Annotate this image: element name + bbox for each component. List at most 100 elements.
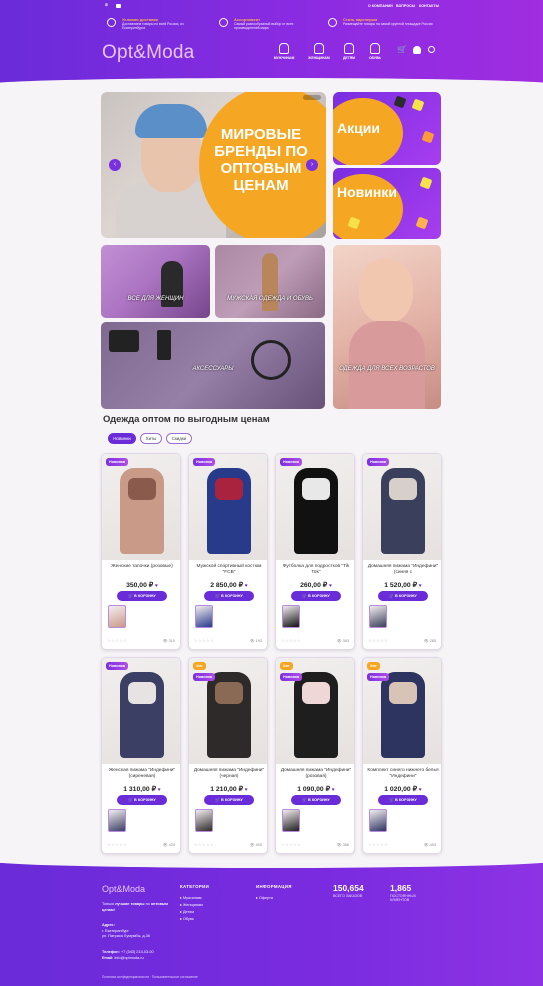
- add-to-cart-button[interactable]: 🛒 В КОРЗИНУ: [117, 795, 167, 805]
- product-photo-accent: [215, 682, 243, 704]
- banner-sale[interactable]: Акции: [333, 92, 441, 165]
- product-name[interactable]: Домашняя пижама "Индефини" (синяя с: [367, 564, 439, 576]
- rating-stars[interactable]: ☆☆☆☆☆: [107, 842, 127, 847]
- tile-kids[interactable]: ОДЕЖДА ДЛЯ ВСЕХ ВОЗРАСТОВ: [333, 245, 441, 409]
- tab-discounts[interactable]: Скидки: [166, 433, 192, 444]
- search-icon[interactable]: [428, 46, 435, 53]
- top-link-contacts[interactable]: КОНТАКТЫ: [419, 4, 439, 8]
- heart-icon[interactable]: ♥: [332, 787, 335, 793]
- category-shoes[interactable]: ОБУВЬ: [362, 43, 388, 60]
- heart-icon[interactable]: ♥: [419, 583, 422, 589]
- footer-link[interactable]: ▸ Женщинам: [180, 902, 203, 909]
- product-image[interactable]: [276, 454, 354, 560]
- product-thumbnail[interactable]: [108, 605, 126, 628]
- add-to-cart-button[interactable]: 🛒 В КОРЗИНУ: [378, 591, 428, 601]
- product-name[interactable]: Футболка для подростков "Tik Tok": [280, 564, 352, 576]
- product-card[interactable]: Новинка Мужской спортивный костюм "FCB" …: [188, 453, 268, 650]
- hero-banner[interactable]: МИРОВЫЕ БРЕНДЫ ПО ОПТОВЫМ ЦЕНАМ ‹ ›: [101, 92, 326, 238]
- banner-new-label: Новинки: [337, 184, 397, 200]
- slider-prev-button[interactable]: ‹: [109, 159, 121, 171]
- product-thumbnail[interactable]: [195, 605, 213, 628]
- tab-hits[interactable]: Хиты: [140, 433, 162, 444]
- product-thumbnail[interactable]: [369, 809, 387, 832]
- product-card[interactable]: Хит Новинка Комплект синего нижнего белья…: [362, 657, 442, 854]
- add-to-cart-button[interactable]: 🛒 В КОРЗИНУ: [291, 591, 341, 601]
- footer-logo[interactable]: Opt&Moda: [102, 884, 145, 894]
- heart-icon[interactable]: ♥: [419, 787, 422, 793]
- product-thumbnail[interactable]: [282, 809, 300, 832]
- add-to-cart-button[interactable]: 🛒 В КОРЗИНУ: [204, 591, 254, 601]
- heart-icon[interactable]: ♥: [155, 583, 158, 589]
- tab-new[interactable]: Новинки: [108, 433, 136, 444]
- product-badge: Хит: [367, 662, 380, 670]
- tile-accessories[interactable]: АКСЕССУАРЫ: [101, 322, 325, 409]
- product-image[interactable]: [102, 658, 180, 764]
- slider-dots[interactable]: [303, 95, 321, 100]
- footer-link[interactable]: ▸ Мужчинам: [180, 895, 203, 902]
- site-logo[interactable]: Opt&Moda: [102, 42, 194, 64]
- product-name[interactable]: Женская пижама "Индефини" (сиреневая): [106, 768, 178, 780]
- product-image[interactable]: [189, 454, 267, 560]
- product-name[interactable]: Женские тапочки (розовые): [106, 564, 178, 570]
- rating-stars[interactable]: ☆☆☆☆☆: [107, 638, 127, 643]
- product-name[interactable]: Комплект синего нижнего белья "Индефини": [367, 768, 439, 780]
- banner-new[interactable]: Новинки: [333, 168, 441, 239]
- heart-icon[interactable]: ♥: [245, 583, 248, 589]
- product-name[interactable]: Домашняя пижама "Индефини" (черная): [193, 768, 265, 780]
- footer-link[interactable]: ▸ Детям: [180, 909, 203, 916]
- category-women[interactable]: ЖЕНЩИНАМ: [306, 43, 332, 60]
- user-icon[interactable]: [413, 46, 421, 54]
- product-card[interactable]: Новинка Женская пижама "Индефини" (сирен…: [101, 657, 181, 854]
- footer-link[interactable]: ▸ Оферта: [256, 895, 273, 902]
- rating-stars[interactable]: ☆☆☆☆☆: [281, 842, 301, 847]
- product-thumbnail[interactable]: [282, 605, 300, 628]
- rating-stars[interactable]: ☆☆☆☆☆: [194, 638, 214, 643]
- product-thumbnail[interactable]: [195, 809, 213, 832]
- cart-icon: 🛒: [302, 594, 307, 598]
- feature-delivery[interactable]: Условия доставки Доставляем товары по вс…: [107, 17, 207, 30]
- footer-legal[interactable]: Политика конфиденциальности · Пользовате…: [102, 974, 198, 981]
- slider-next-button[interactable]: ›: [306, 159, 318, 171]
- man-icon: [279, 43, 289, 54]
- footer-tagline: Только лучшие товары по оптовым ценам!: [102, 902, 168, 912]
- product-image[interactable]: [363, 454, 441, 560]
- product-card[interactable]: Хит Новинка Домашняя пижама "Индефини" (р…: [275, 657, 355, 854]
- product-card[interactable]: Новинка Женские тапочки (розовые) 350,00…: [101, 453, 181, 650]
- mail-icon[interactable]: [116, 4, 121, 8]
- top-link-about[interactable]: О КОМПАНИИ: [368, 4, 393, 8]
- product-thumbnail[interactable]: [369, 605, 387, 628]
- heart-icon[interactable]: ♥: [245, 787, 248, 793]
- phone-icon[interactable]: ✆: [105, 3, 108, 7]
- handshake-icon: [328, 18, 337, 27]
- rating-stars[interactable]: ☆☆☆☆☆: [368, 638, 388, 643]
- product-badge: Новинка: [193, 458, 216, 466]
- heart-icon[interactable]: ♥: [158, 787, 161, 793]
- add-to-cart-button[interactable]: 🛒 В КОРЗИНУ: [117, 591, 167, 601]
- footer-phone[interactable]: +7 (343) 213-03-00: [121, 950, 154, 954]
- product-thumbnail[interactable]: [108, 809, 126, 832]
- product-card[interactable]: Новинка Домашняя пижама "Индефини" (синя…: [362, 453, 442, 650]
- rating-stars[interactable]: ☆☆☆☆☆: [368, 842, 388, 847]
- product-card[interactable]: Новинка Футболка для подростков "Tik Tok…: [275, 453, 355, 650]
- footer-link[interactable]: ▸ Обувь: [180, 916, 203, 923]
- footer-email[interactable]: info@optmoda.ru: [114, 956, 143, 960]
- rating-stars[interactable]: ☆☆☆☆☆: [194, 842, 214, 847]
- add-to-cart-button[interactable]: 🛒 В КОРЗИНУ: [378, 795, 428, 805]
- product-image[interactable]: [102, 454, 180, 560]
- feature-partner[interactable]: Стать партнером Размещайте товары на сам…: [328, 17, 438, 27]
- top-link-faq[interactable]: ВОПРОСЫ: [396, 4, 415, 8]
- product-card[interactable]: Хит Новинка Домашняя пижама "Индефини" (ч…: [188, 657, 268, 854]
- cart-icon[interactable]: 🛒: [397, 45, 407, 54]
- heart-icon[interactable]: ♥: [329, 583, 332, 589]
- tile-women[interactable]: ВСЕ ДЛЯ ЖЕНЩИН: [101, 245, 210, 318]
- feature-assortment[interactable]: Ассортимент Самый разнообразный выбор от…: [219, 17, 319, 30]
- product-name[interactable]: Домашняя пижама "Индефини" (розовая): [280, 768, 352, 780]
- add-to-cart-button[interactable]: 🛒 В КОРЗИНУ: [204, 795, 254, 805]
- add-to-cart-button[interactable]: 🛒 В КОРЗИНУ: [291, 795, 341, 805]
- product-name[interactable]: Мужской спортивный костюм "FCB": [193, 564, 265, 576]
- rating-stars[interactable]: ☆☆☆☆☆: [281, 638, 301, 643]
- category-men[interactable]: МУЖЧИНАМ: [271, 43, 297, 60]
- category-kids[interactable]: ДЕТЯМ: [336, 43, 362, 60]
- product-views: 👁 493: [423, 843, 436, 847]
- tile-men[interactable]: МУЖСКАЯ ОДЕЖДА И ОБУВЬ: [215, 245, 325, 318]
